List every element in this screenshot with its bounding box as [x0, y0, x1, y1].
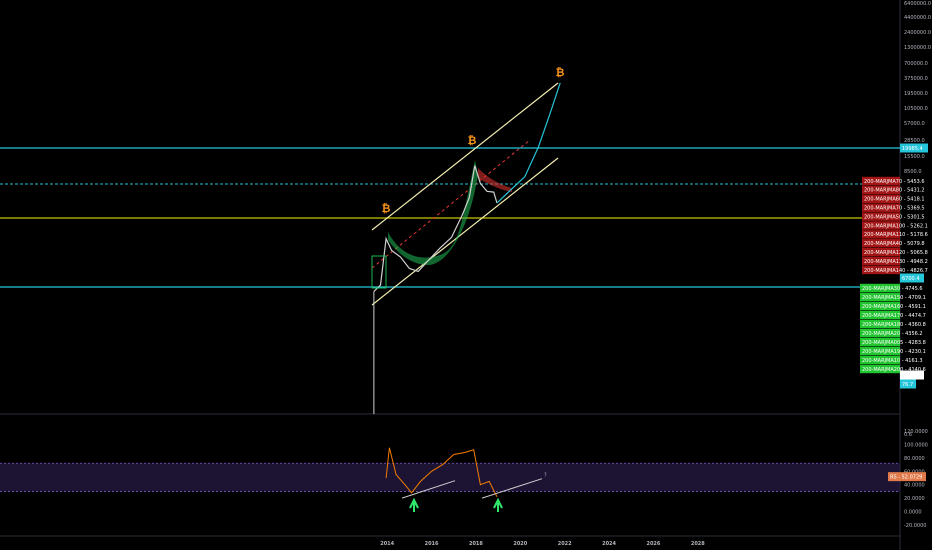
- rsi-y-tick-label: 20.0000: [904, 496, 925, 502]
- x-tick-label: 2022: [558, 541, 572, 547]
- ma-label-red: 200-MARJMA120 - 5065.8: [864, 250, 928, 256]
- x-tick-label: 2028: [691, 541, 705, 547]
- ma-label-green: 200-MARJMA190 - 4230.1: [862, 349, 926, 355]
- x-tick-label: 2020: [513, 541, 527, 547]
- y-tick-label: 57000.0: [904, 121, 925, 127]
- y-tick-label: 6400000.0: [904, 1, 931, 7]
- x-tick-label: 2018: [469, 541, 483, 547]
- y-tick-label: 1300000.0: [904, 45, 931, 51]
- rsi-value-tag: RS - 52.0729: [890, 475, 922, 481]
- ma-label-red: 200-MARJMA140 - 4826.7: [864, 268, 928, 274]
- ma-label-green: 200-MARJMA150 - 4709.1: [862, 295, 926, 301]
- rsi-band: [0, 463, 900, 492]
- ma-label-red: 200-MARJMA70 - 5369.5: [864, 206, 925, 212]
- ma-label-green: 200-MARJMA005 - 4283.8: [862, 340, 926, 346]
- y-tick-label: 700000.0: [904, 61, 928, 67]
- price-chart: ₿ ₿ ₿? 6400000.0 4400000.0 2400000.0 1300000.…: [0, 0, 931, 550]
- ma-label-red: 200-MARJMA70 - 5453.6: [864, 179, 925, 185]
- y-tick-label: 4400000.0: [904, 15, 931, 21]
- y-tick-label: 375000.0: [904, 76, 928, 82]
- x-tick-label: 2016: [425, 541, 439, 547]
- ma-label-green: 200-MARJMA170 - 4474.7: [862, 313, 926, 319]
- ma-label-red: 200-MARJMA60 - 5418.1: [864, 197, 925, 203]
- y-tick-label: 8500.0: [904, 169, 922, 175]
- y-tick-label: 15500.0: [904, 154, 925, 160]
- ma-label-green: 200-MARJMA30 - 4745.6: [862, 286, 923, 292]
- y-axis-labels: 6400000.0 4400000.0 2400000.0 1300000.0 7000…: [904, 1, 931, 529]
- ma-label-green: 200-MARJMA160 - 4591.1: [862, 304, 926, 310]
- y-tick-label: 2400000.0: [904, 30, 931, 36]
- y-tick-label: 195000.0: [904, 91, 928, 97]
- ma-label-red: 200-MARJMA40 - 5079.8: [864, 241, 925, 247]
- ma-label-red: 200-MARJMA110 - 5178.6: [864, 232, 928, 238]
- rsi-y-tick-label: 0.0000: [904, 510, 922, 516]
- rsi-y-tick-label: 80.0000: [904, 456, 925, 462]
- bitcoin-marker: ₿: [556, 66, 565, 79]
- bitcoin-marker: ₿: [382, 202, 391, 215]
- rsi-y-tick-label: -20.0000: [904, 523, 926, 529]
- ma-label-red: 200-MARJMA80 - 5431.2: [864, 188, 925, 194]
- chart-panes: ₿ ₿ ₿?: [0, 0, 901, 550]
- ma-label-red: 200-MARJMA100 - 5262.1: [864, 223, 928, 229]
- ma-label-green: 200-MARJMA20 - 4356.2: [862, 331, 923, 337]
- price-tag-top: 19985.4: [902, 146, 923, 152]
- x-tick-label: 2024: [602, 541, 616, 547]
- ma-label-green: 200-MARJMA200 - 4140.6: [862, 367, 926, 373]
- y-tick-label: 105000.0: [904, 106, 928, 112]
- price-tag-level: 6700.4: [902, 276, 920, 282]
- rsi-y-tick-label: 120.0000: [904, 429, 928, 435]
- y-tick-label: 28500.0: [904, 138, 925, 144]
- ma-label-green: 200-MARJMA10 - 4161.3: [862, 358, 923, 364]
- ma-label-red: 200-MARJMA130 - 4948.2: [864, 259, 928, 265]
- x-tick-label: 2026: [646, 541, 660, 547]
- current-price-tag: 1183.6: [902, 373, 920, 379]
- price-tag-low: 76.7: [902, 382, 913, 388]
- rsi-y-tick-label: 40.0000: [904, 483, 925, 489]
- rsi-question-annotation: ?: [544, 473, 547, 479]
- ma-label-red: 200-MARJMA50 - 5301.5: [864, 214, 925, 220]
- bitcoin-marker: ₿: [468, 134, 477, 147]
- x-tick-label: 2014: [380, 541, 394, 547]
- ma-label-green: 200-MARJMA180 - 4360.8: [862, 322, 926, 328]
- rsi-y-tick-label: 100.0000: [904, 442, 928, 448]
